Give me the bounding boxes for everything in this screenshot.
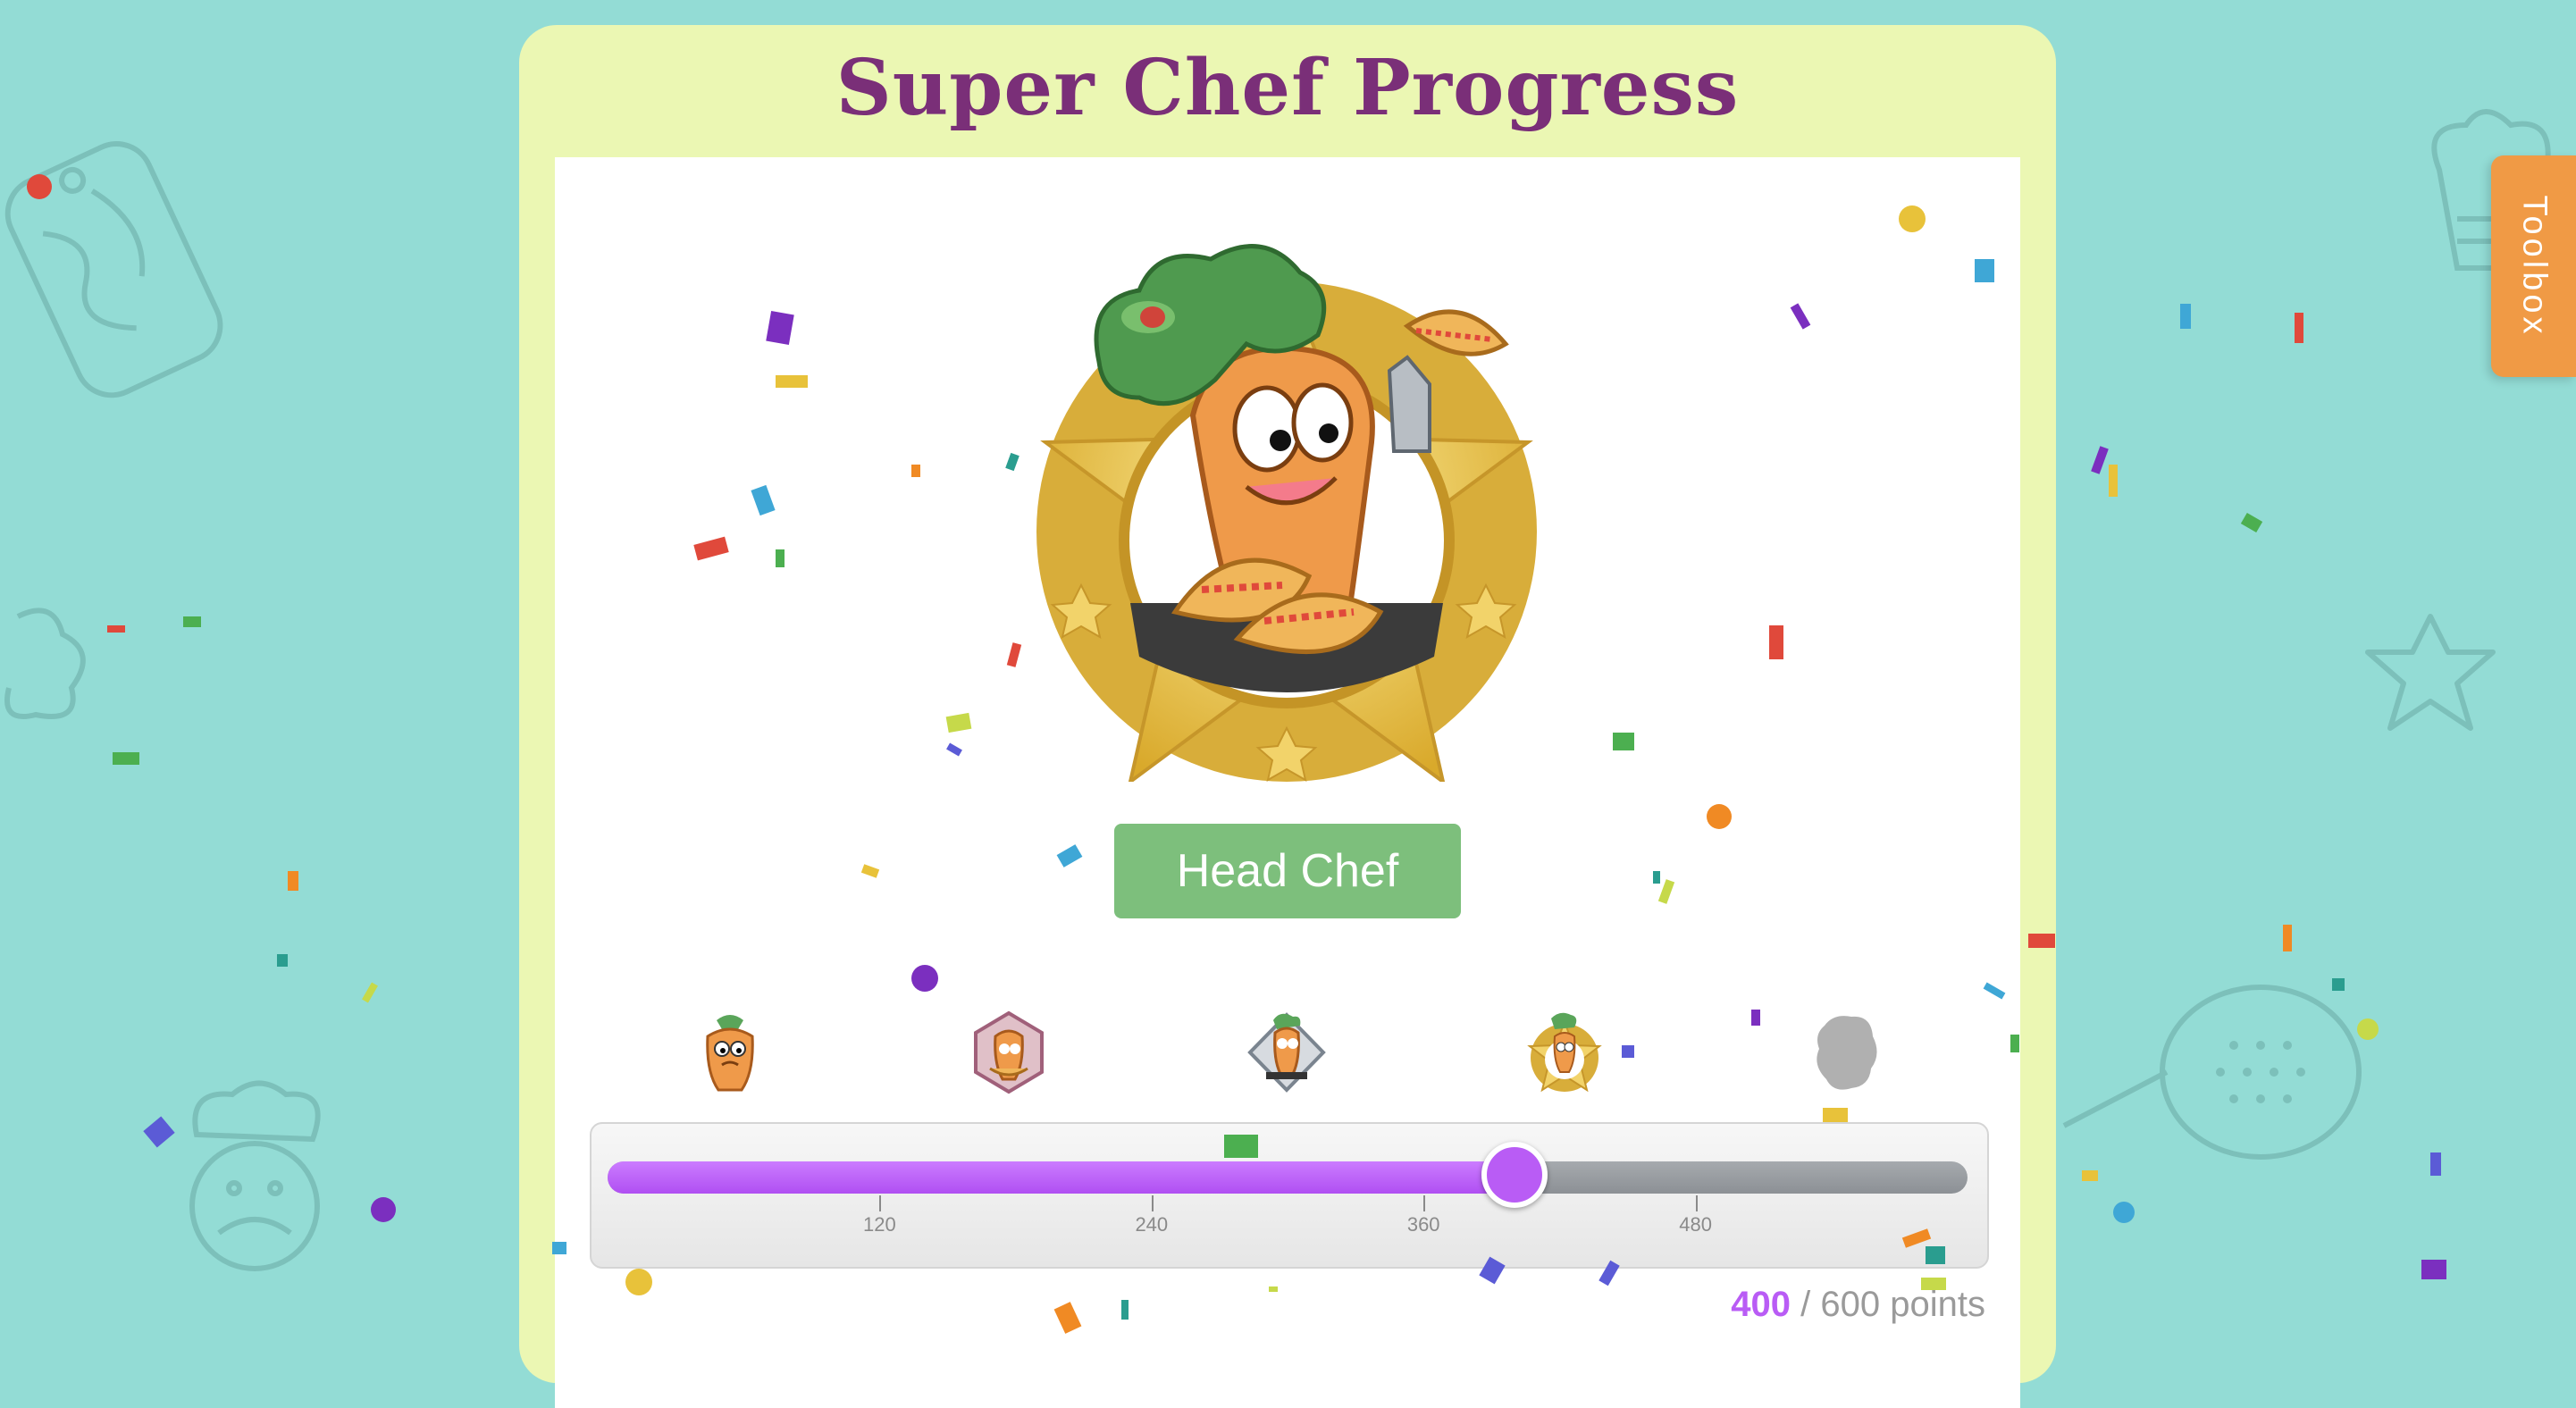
confetti-piece: [2010, 1035, 2019, 1052]
confetti-piece: [2113, 1202, 2135, 1223]
confetti-piece: [1622, 1045, 1634, 1058]
star-badge-icon: [1527, 1012, 1602, 1093]
locked-badge-icon: [1817, 1016, 1877, 1090]
confetti-piece: [362, 982, 378, 1003]
confetti-piece: [2091, 446, 2109, 474]
confetti-piece: [2109, 465, 2118, 497]
confetti-piece: [2028, 934, 2055, 948]
confetti-piece: [911, 965, 938, 992]
confetti-piece: [1751, 1010, 1760, 1026]
confetti-piece: [277, 954, 288, 967]
page-title: Super Chef Progress: [835, 43, 1740, 133]
cookie-cutter-doodle: [2350, 599, 2511, 750]
confetti-piece: [552, 1242, 566, 1254]
confetti-piece: [911, 465, 920, 477]
confetti-piece: [1653, 871, 1660, 884]
hexagon-badge-icon: [974, 1010, 1044, 1094]
milestone-4[interactable]: [1524, 1010, 1602, 1095]
confetti-piece: [1921, 1278, 1946, 1290]
slider-tick: [1151, 1195, 1154, 1211]
points-readout: 400 / 600 points: [1519, 1285, 1985, 1325]
toolbox-label: Toolbox: [2515, 195, 2553, 338]
confetti-piece: [776, 549, 785, 567]
chef-character-doodle: [152, 1072, 348, 1304]
confetti-piece: [107, 625, 125, 633]
confetti-piece: [2357, 1018, 2379, 1040]
slider-thumb[interactable]: [1481, 1142, 1548, 1208]
confetti-piece: [288, 871, 298, 891]
confetti-piece: [1707, 804, 1732, 829]
slider-tick-label: 120: [863, 1213, 896, 1236]
milestone-5-locked[interactable]: [1807, 1010, 1884, 1095]
confetti-piece: [27, 174, 52, 199]
confetti-piece: [776, 375, 808, 388]
confetti-piece: [1899, 205, 1926, 232]
points-separator: /: [1800, 1285, 1811, 1324]
diamond-badge-icon: [1247, 1012, 1326, 1093]
cookie-cutter-doodle-left: [0, 590, 98, 742]
confetti-piece: [2332, 978, 2345, 991]
points-current: 400: [1731, 1285, 1791, 1324]
slider-tick-label: 240: [1135, 1213, 1169, 1236]
slider-tick: [879, 1195, 882, 1211]
confetti-piece: [1769, 625, 1783, 659]
confetti-piece: [1823, 1108, 1848, 1122]
slider-tick-label: 360: [1406, 1213, 1440, 1236]
confetti-piece: [2430, 1152, 2441, 1176]
milestone-1[interactable]: [692, 1010, 768, 1095]
confetti-piece: [625, 1269, 652, 1295]
confetti-piece: [1975, 259, 1994, 282]
confetti-piece: [2240, 512, 2263, 533]
confetti-piece: [2180, 304, 2191, 329]
confetti-piece: [1269, 1286, 1278, 1292]
points-total: 600 points: [1820, 1285, 1985, 1324]
confetti-piece: [2082, 1170, 2098, 1181]
rank-label: Head Chef: [1114, 824, 1461, 918]
cutting-board-doodle: [0, 116, 232, 411]
slider-tick: [1423, 1195, 1426, 1211]
confetti-piece: [1613, 733, 1634, 750]
head-chef-badge-icon: [996, 192, 1577, 786]
colander-doodle: [2055, 974, 2377, 1170]
toolbox-tab[interactable]: Toolbox: [2491, 155, 2576, 377]
milestone-2[interactable]: [969, 1010, 1045, 1095]
confetti-piece: [113, 752, 139, 765]
confetti-piece: [1926, 1246, 1945, 1264]
confetti-piece: [1224, 1135, 1258, 1158]
slider-tick: [1695, 1195, 1698, 1211]
slider-rail[interactable]: [608, 1142, 1968, 1208]
confetti-piece: [2283, 925, 2292, 951]
slider-tick-label: 480: [1679, 1213, 1712, 1236]
milestone-3[interactable]: [1246, 1010, 1326, 1095]
confetti-piece: [2421, 1260, 2446, 1279]
confetti-piece: [2295, 313, 2303, 343]
progress-slider[interactable]: 120 240 360 480: [590, 1122, 1989, 1269]
confetti-piece: [371, 1197, 396, 1222]
carrot-icon: [706, 1015, 754, 1092]
confetti-piece: [183, 616, 201, 627]
slider-fill: [608, 1161, 1515, 1194]
confetti-piece: [1121, 1300, 1129, 1320]
